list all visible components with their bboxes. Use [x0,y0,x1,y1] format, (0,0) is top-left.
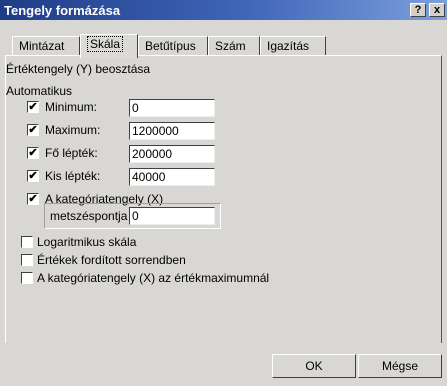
close-button[interactable]: x [429,3,445,17]
tab-alignment[interactable]: Igazítás [260,36,326,56]
tab-strip: Mintázat Skála Betűtípus Szám Igazítás [0,26,447,58]
maximum-label: Maximum: [45,123,101,137]
cancel-button[interactable]: Mégse [358,354,442,378]
crosses-at-max-checkbox[interactable] [21,272,33,284]
crosses-checkbox[interactable]: ✔ [27,193,39,205]
reverse-order-label: Értékek fordított sorrendben [37,253,186,267]
title-bar: Tengely formázása ? x [0,0,447,20]
minimum-checkbox[interactable]: ✔ [27,101,39,113]
log-scale-checkbox[interactable] [21,236,33,248]
crosses-field[interactable]: 0 [129,207,215,225]
minimum-field[interactable]: 0 [129,99,215,117]
ok-button[interactable]: OK [272,354,356,378]
window-title: Tengely formázása [4,3,121,18]
minor-unit-label: Kis lépték: [45,169,101,183]
maximum-field[interactable]: 1200000 [129,122,215,140]
maximum-checkbox[interactable]: ✔ [27,124,39,136]
minimum-label: Minimum: [45,100,98,114]
minor-unit-checkbox[interactable]: ✔ [27,170,39,182]
major-unit-field[interactable]: 200000 [129,145,215,163]
crosses-at-max-label: A kategóriatengely (X) az értékmaximumná… [37,271,270,285]
major-unit-label: Fő lépték: [45,146,98,160]
tab-pattern[interactable]: Mintázat [12,36,80,56]
tab-scale[interactable]: Skála [80,34,138,58]
major-unit-checkbox[interactable]: ✔ [27,147,39,159]
tab-scale-label: Skála [87,36,124,52]
crosses-sublabel: metszéspontja [50,209,128,223]
log-scale-label: Logaritmikus skála [37,235,137,249]
help-button[interactable]: ? [410,3,426,17]
minor-unit-field[interactable]: 40000 [129,168,215,186]
tab-number[interactable]: Szám [208,36,260,56]
reverse-order-checkbox[interactable] [21,254,33,266]
scale-heading: Értéktengely (Y) beosztása [6,62,151,76]
auto-label: Automatikus [6,84,73,98]
tab-font[interactable]: Betűtípus [138,36,208,56]
